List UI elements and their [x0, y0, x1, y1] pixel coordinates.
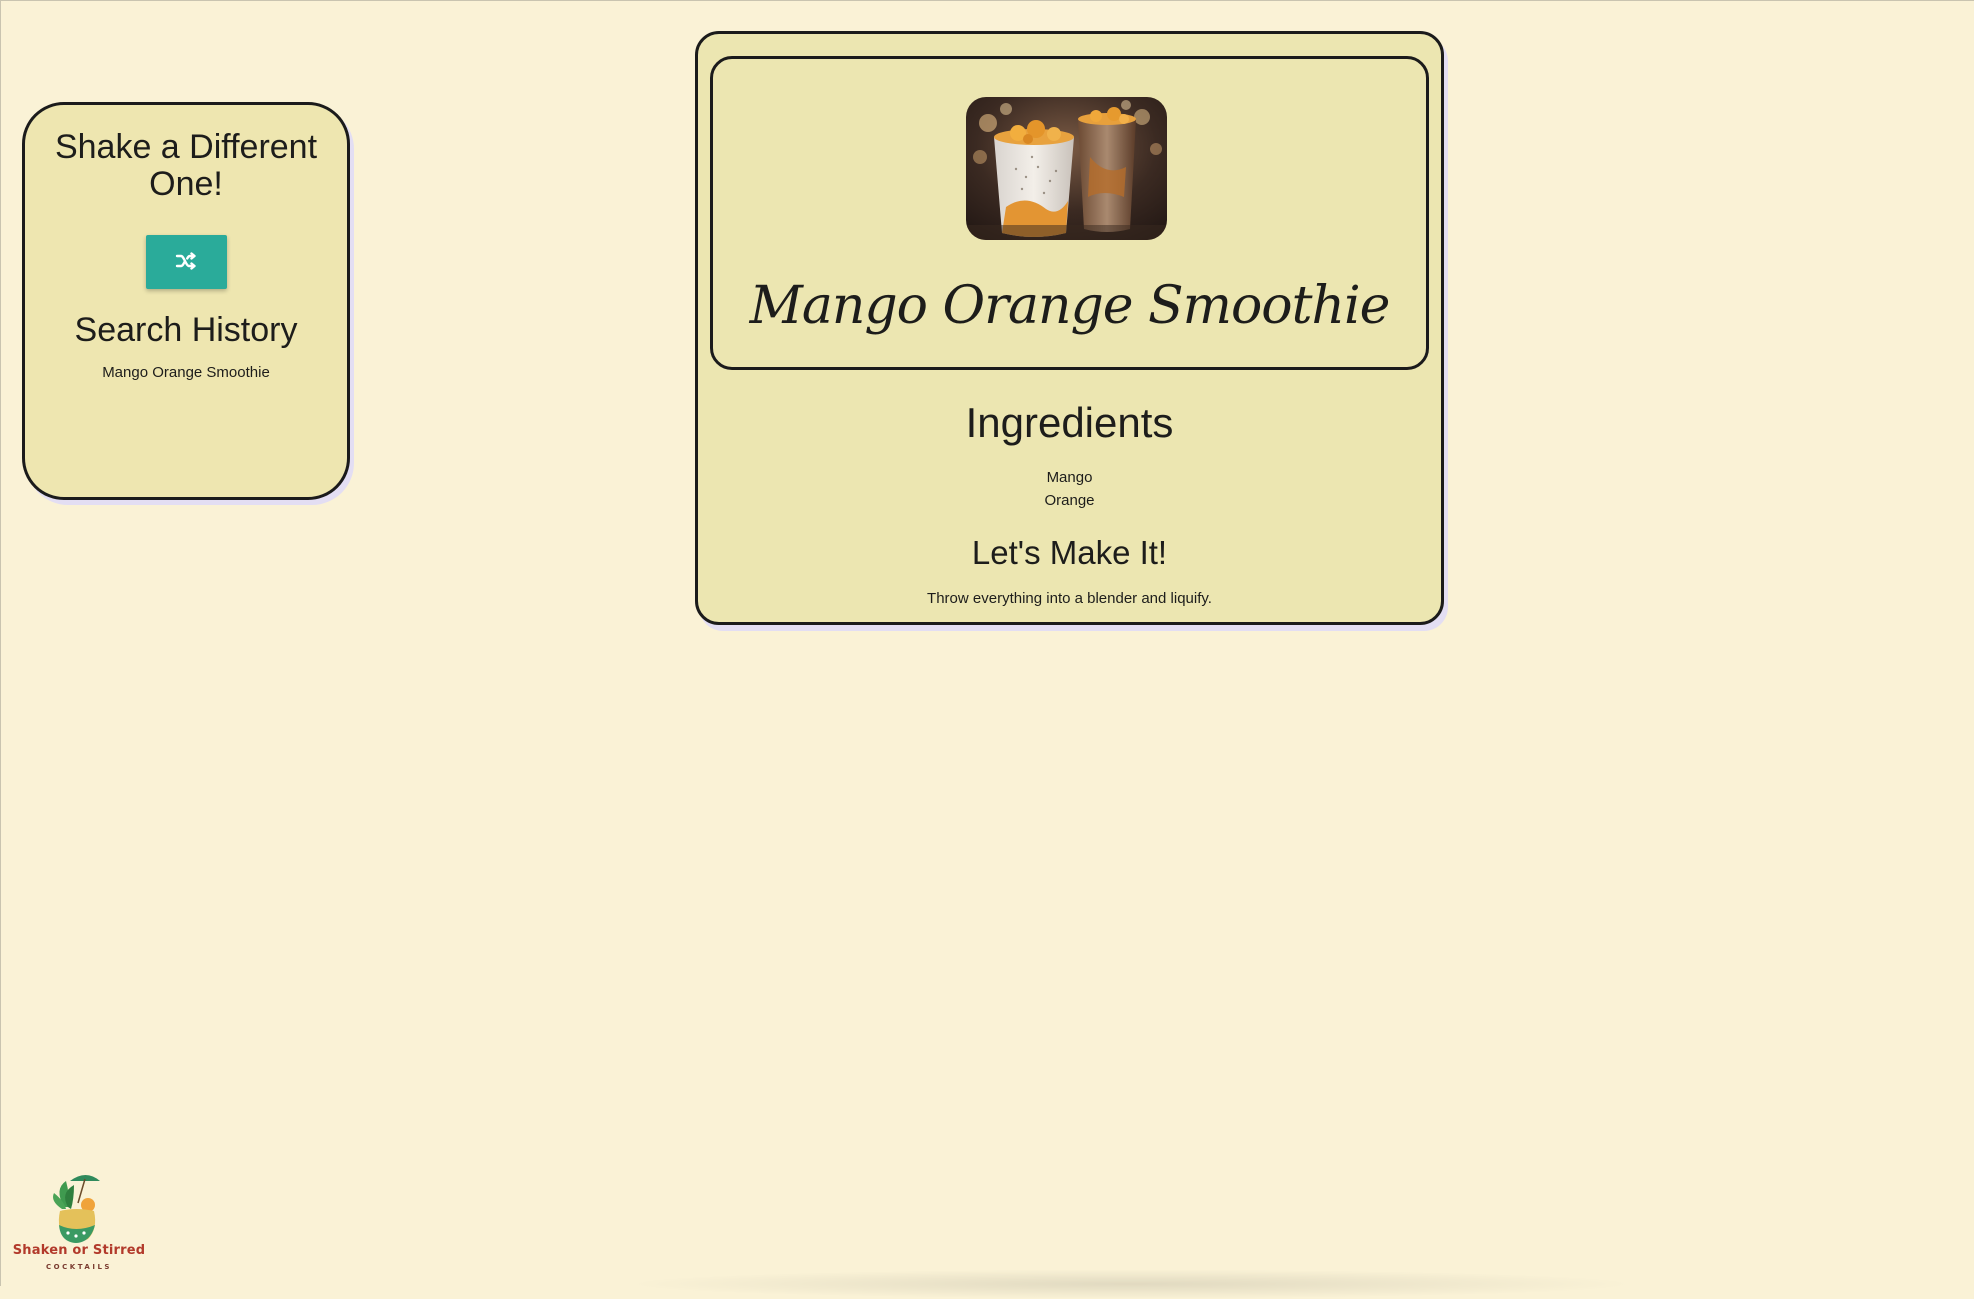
bottom-scroll-shadow: [621, 1269, 1641, 1299]
recipe-card: Mango Orange Smoothie Ingredients Mango …: [695, 31, 1444, 625]
search-history-item[interactable]: Mango Orange Smoothie: [25, 363, 347, 383]
ingredient-item: Mango: [1046, 469, 1093, 486]
ingredient-list: Mango Orange: [698, 466, 1441, 512]
drink-photo: [966, 97, 1167, 240]
search-history-list: Mango Orange Smoothie: [25, 363, 347, 383]
logo-subtitle: COCKTAILS: [46, 1263, 112, 1271]
shake-title: Shake a Different One!: [54, 128, 318, 203]
ingredients-title: Ingredients: [965, 399, 1174, 446]
shake-sidebar-card: Shake a Different One! Search History Ma…: [22, 102, 350, 500]
ingredient-item: Orange: [1044, 492, 1095, 509]
shuffle-button[interactable]: [145, 235, 227, 289]
recipe-title: Mango Orange Smoothie: [749, 276, 1391, 336]
instructions-text: Throw everything into a blender and liqu…: [927, 590, 1212, 607]
instructions-title: Let's Make It!: [971, 534, 1168, 571]
shuffle-icon: [175, 251, 197, 273]
search-history-title: Search History: [74, 311, 298, 349]
cocktail-logo-icon: [53, 1175, 100, 1243]
recipe-hero: Mango Orange Smoothie: [710, 56, 1429, 370]
logo-name: Shaken or Stirred: [12, 1243, 146, 1258]
brand-logo[interactable]: Shaken or Stirred COCKTAILS: [4, 1167, 154, 1279]
